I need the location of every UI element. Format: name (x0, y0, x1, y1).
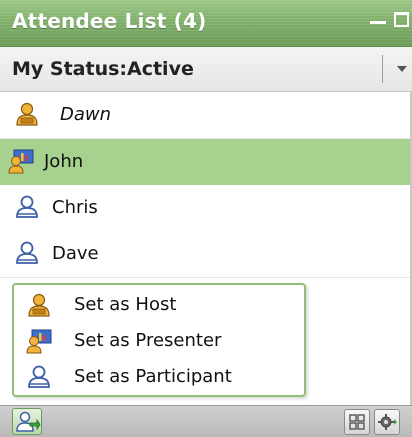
host-icon (16, 102, 38, 126)
bottom-toolbar (0, 405, 412, 437)
assign-role-button[interactable] (12, 408, 42, 435)
menu-item-set-as-participant[interactable]: Set as Participant (14, 359, 304, 395)
attendee-row-dave[interactable]: Dave (0, 231, 412, 278)
presenter-icon (26, 329, 52, 354)
chevron-down-icon[interactable] (397, 66, 407, 72)
settings-gear-icon (378, 414, 397, 430)
presenter-icon (8, 149, 34, 174)
attendee-row-john[interactable]: John (0, 139, 412, 186)
attendee-name: Chris (52, 197, 98, 218)
minimize-icon[interactable] (370, 21, 386, 24)
participant-icon (16, 195, 38, 218)
role-context-menu: Set as Host Set as Presenter Set as Part… (12, 283, 306, 397)
menu-item-label: Set as Host (74, 294, 177, 315)
attendee-name: John (44, 151, 84, 172)
menu-item-set-as-presenter[interactable]: Set as Presenter (14, 323, 304, 359)
grid-view-icon (349, 414, 365, 430)
host-icon (28, 293, 50, 317)
settings-button[interactable] (374, 409, 400, 435)
maximize-icon[interactable] (394, 12, 409, 27)
participant-icon (16, 241, 38, 264)
assign-role-icon (16, 411, 41, 432)
attendee-list-panel: Attendee List (4) My Status:Active Dawn … (0, 0, 412, 437)
menu-item-label: Set as Presenter (74, 330, 222, 351)
participant-icon (28, 365, 50, 388)
attendee-row-chris[interactable]: Chris (0, 185, 412, 232)
my-status-dropdown[interactable]: My Status:Active (0, 47, 412, 92)
menu-item-label: Set as Participant (74, 366, 232, 387)
grid-view-button[interactable] (344, 409, 370, 435)
title-bar[interactable]: Attendee List (4) (0, 0, 412, 47)
dropdown-separator (382, 55, 383, 83)
my-status-label: My Status:Active (12, 58, 194, 80)
panel-title: Attendee List (4) (12, 9, 207, 33)
attendee-name: Dawn (60, 104, 112, 125)
attendee-row-dawn[interactable]: Dawn (0, 92, 412, 139)
menu-item-set-as-host[interactable]: Set as Host (14, 287, 304, 323)
attendee-name: Dave (52, 243, 99, 264)
